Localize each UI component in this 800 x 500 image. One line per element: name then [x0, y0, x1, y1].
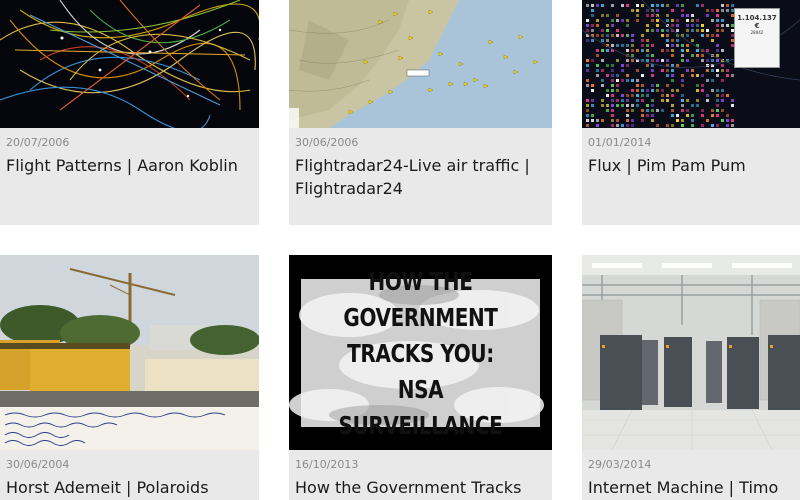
- post-title[interactable]: Horst Ademeit | Polaroids: [6, 476, 253, 499]
- polaroid-photo-image[interactable]: [0, 255, 259, 450]
- post-date: 30/06/2004: [6, 458, 70, 471]
- project-card[interactable]: 29/03/2014 Internet Machine | Timo: [582, 255, 800, 500]
- data-tooltip: 1.104.137 € 28042: [734, 8, 780, 68]
- video-title-line: NSA SURVEILLANCE: [338, 374, 503, 440]
- post-title[interactable]: How the Government Tracks: [295, 476, 546, 499]
- tooltip-sub: 28042: [750, 30, 764, 35]
- project-card[interactable]: 20/07/2006 Flight Patterns | Aaron Kobli…: [0, 0, 259, 225]
- flight-paths-map-image[interactable]: [0, 0, 259, 128]
- project-card[interactable]: 30/06/2004 Horst Ademeit | Polaroids: [0, 255, 259, 500]
- post-date: 20/07/2006: [6, 136, 70, 149]
- post-title[interactable]: Internet Machine | Timo: [588, 476, 794, 499]
- server-room-image[interactable]: [582, 255, 800, 450]
- post-title[interactable]: Flight Patterns | Aaron Koblin: [6, 154, 253, 177]
- video-title-line: TRACKS YOU:: [347, 338, 494, 368]
- post-date: 30/06/2006: [295, 136, 359, 149]
- video-title-image[interactable]: HOW THE GOVERNMENT TRACKS YOU: NSA SURVE…: [289, 255, 552, 450]
- video-title-text: HOW THE GOVERNMENT TRACKS YOU: NSA SURVE…: [323, 267, 517, 440]
- post-title[interactable]: Flightradar24-Live air traffic | Flightr…: [295, 154, 546, 200]
- project-grid: 20/07/2006 Flight Patterns | Aaron Kobli…: [0, 0, 800, 500]
- tooltip-value: 1.104.137 €: [737, 14, 777, 30]
- project-card[interactable]: HOW THE GOVERNMENT TRACKS YOU: NSA SURVE…: [289, 255, 552, 500]
- post-date: 29/03/2014: [588, 458, 652, 471]
- post-title[interactable]: Flux | Pim Pam Pum: [588, 154, 794, 177]
- data-visualization-image[interactable]: 1.104.137 € 28042: [582, 0, 800, 128]
- air-traffic-map-image[interactable]: [289, 0, 552, 128]
- project-card[interactable]: 30/06/2006 Flightradar24-Live air traffi…: [289, 0, 552, 225]
- post-date: 16/10/2013: [295, 458, 359, 471]
- post-date: 01/01/2014: [588, 136, 652, 149]
- project-card[interactable]: 1.104.137 € 28042 01/01/2014 Flux | Pim …: [582, 0, 800, 225]
- video-title-line: HOW THE GOVERNMENT: [343, 266, 498, 332]
